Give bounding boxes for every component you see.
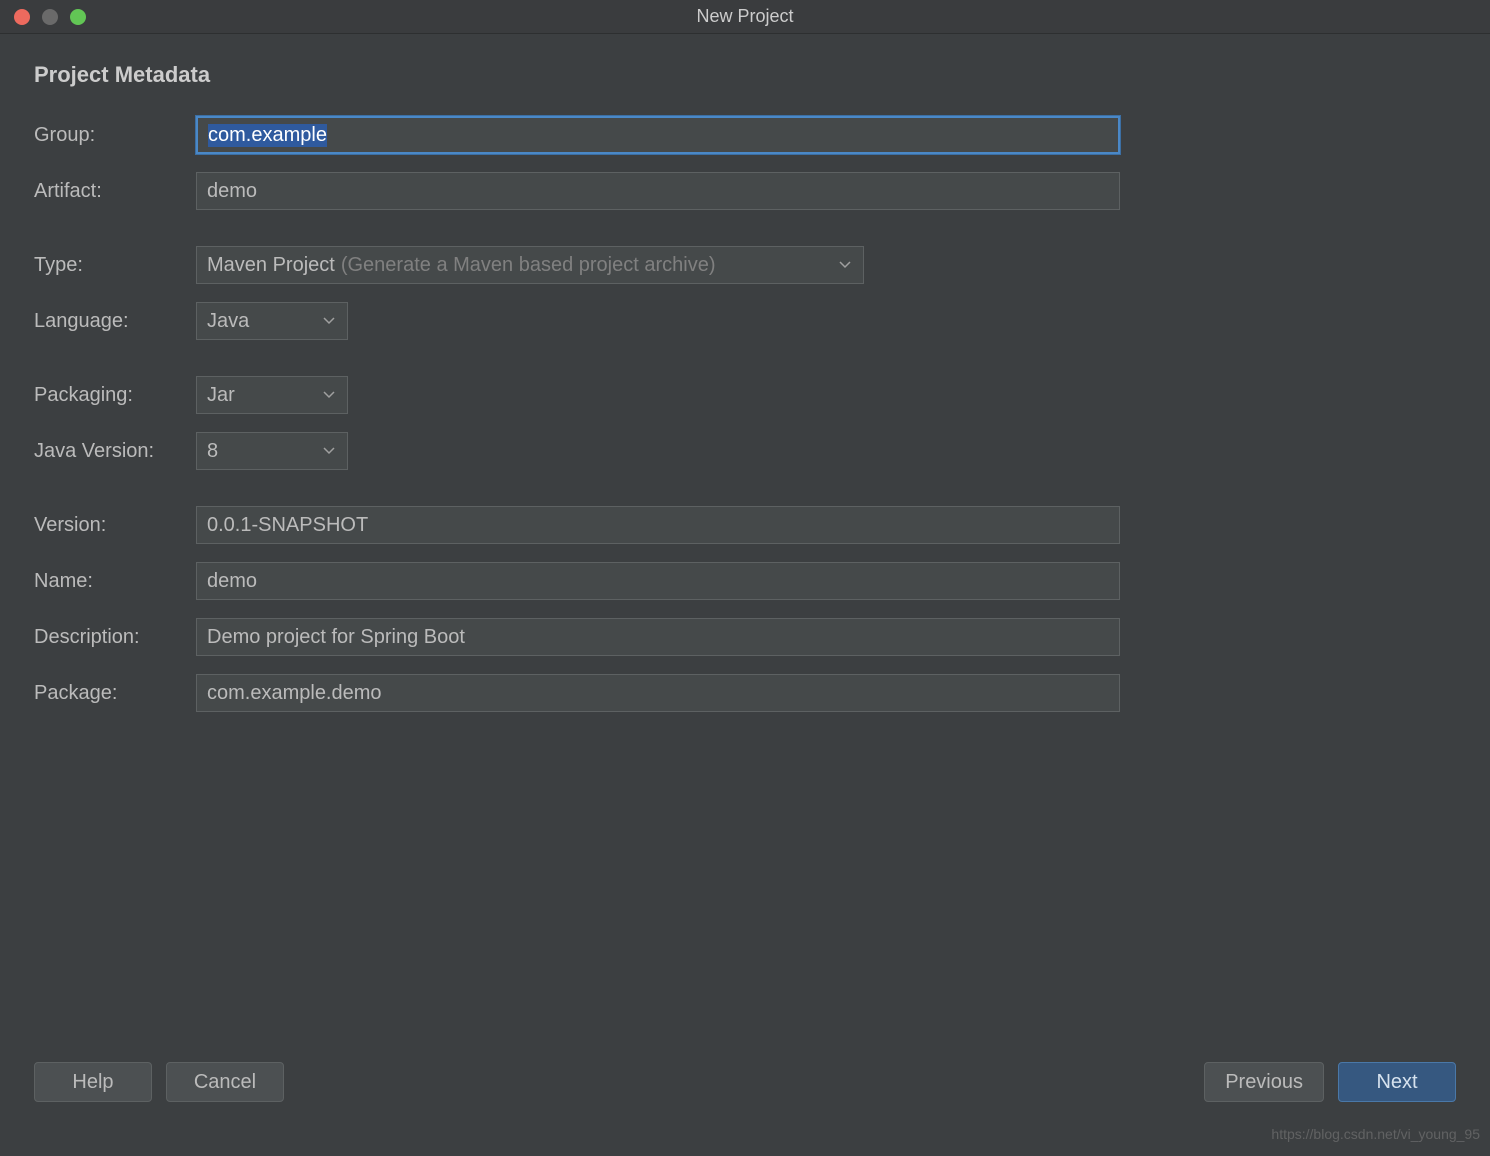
- minimize-icon: [42, 9, 58, 25]
- chevron-down-icon: [323, 317, 335, 325]
- label-artifact: Artifact:: [34, 180, 196, 203]
- watermark: https://blog.csdn.net/vi_young_95: [1271, 1126, 1480, 1142]
- row-language: Language: Java: [34, 302, 1456, 340]
- label-name: Name:: [34, 570, 196, 593]
- help-button[interactable]: Help: [34, 1062, 152, 1102]
- label-java-version: Java Version:: [34, 440, 196, 463]
- window-controls: [14, 9, 86, 25]
- type-select-hint: (Generate a Maven based project archive): [341, 254, 716, 277]
- label-group: Group:: [34, 124, 196, 147]
- language-select-value: Java: [207, 310, 249, 333]
- label-language: Language:: [34, 310, 196, 333]
- form: Group: Artifact: Type: Maven Project (Ge…: [34, 116, 1456, 730]
- right-button-group: Previous Next: [1204, 1062, 1456, 1102]
- label-package: Package:: [34, 682, 196, 705]
- row-type: Type: Maven Project (Generate a Maven ba…: [34, 246, 1456, 284]
- type-select-value: Maven Project: [207, 254, 335, 277]
- row-group: Group:: [34, 116, 1456, 154]
- packaging-select[interactable]: Jar: [196, 376, 348, 414]
- row-packaging: Packaging: Jar: [34, 376, 1456, 414]
- chevron-down-icon: [323, 447, 335, 455]
- titlebar: New Project: [0, 0, 1490, 34]
- label-packaging: Packaging:: [34, 384, 196, 407]
- row-java-version: Java Version: 8: [34, 432, 1456, 470]
- chevron-down-icon: [323, 391, 335, 399]
- label-version: Version:: [34, 514, 196, 537]
- chevron-down-icon: [839, 261, 851, 269]
- name-input[interactable]: [196, 562, 1120, 600]
- content-area: Project Metadata Group: Artifact: Type: …: [0, 34, 1490, 730]
- description-input[interactable]: [196, 618, 1120, 656]
- packaging-select-value: Jar: [207, 384, 235, 407]
- label-description: Description:: [34, 626, 196, 649]
- row-name: Name:: [34, 562, 1456, 600]
- version-input[interactable]: [196, 506, 1120, 544]
- package-input[interactable]: [196, 674, 1120, 712]
- window-title: New Project: [696, 6, 793, 27]
- type-select[interactable]: Maven Project (Generate a Maven based pr…: [196, 246, 864, 284]
- close-icon[interactable]: [14, 9, 30, 25]
- group-input[interactable]: [196, 116, 1120, 154]
- maximize-icon[interactable]: [70, 9, 86, 25]
- button-bar: Help Cancel Previous Next: [34, 1062, 1456, 1102]
- previous-button[interactable]: Previous: [1204, 1062, 1324, 1102]
- java-version-select[interactable]: 8: [196, 432, 348, 470]
- row-artifact: Artifact:: [34, 172, 1456, 210]
- language-select[interactable]: Java: [196, 302, 348, 340]
- artifact-input[interactable]: [196, 172, 1120, 210]
- row-package: Package:: [34, 674, 1456, 712]
- next-button[interactable]: Next: [1338, 1062, 1456, 1102]
- cancel-button[interactable]: Cancel: [166, 1062, 284, 1102]
- row-description: Description:: [34, 618, 1456, 656]
- java-version-select-value: 8: [207, 440, 218, 463]
- label-type: Type:: [34, 254, 196, 277]
- row-version: Version:: [34, 506, 1456, 544]
- section-title: Project Metadata: [34, 62, 1456, 88]
